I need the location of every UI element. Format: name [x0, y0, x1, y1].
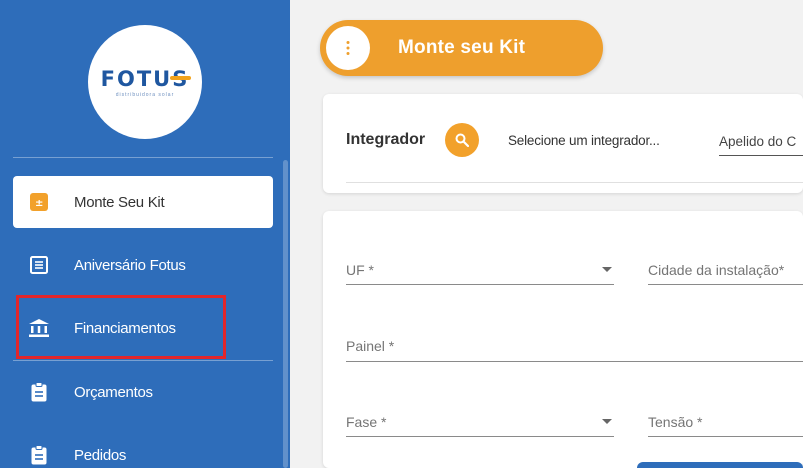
highlight-annotation-box [16, 295, 226, 359]
vertical-dots-icon [346, 41, 350, 55]
cidade-instalacao-field[interactable]: Cidade da instalação* [648, 262, 803, 285]
sidebar-item-label: Aniversário Fotus [74, 256, 186, 274]
logo-wordmark-s: S [170, 66, 192, 91]
field-underline [346, 284, 614, 285]
sidebar-item-label: Pedidos [74, 446, 127, 464]
sidebar-item-pedidos[interactable]: Pedidos [13, 429, 273, 468]
integrador-select[interactable]: Selecione um integrador... [508, 133, 660, 148]
sidebar-item-label: Orçamentos [74, 383, 153, 401]
list-icon [28, 254, 50, 276]
sidebar-divider [13, 157, 273, 158]
partial-action-button[interactable] [637, 462, 803, 468]
logo-tagline: distribuidora solar [115, 91, 175, 98]
dropdown-arrow-icon [602, 267, 612, 272]
svg-text:±: ± [35, 198, 43, 209]
search-integrador-button[interactable] [445, 123, 479, 157]
tensao-select[interactable]: Tensão * [648, 414, 803, 437]
field-underline [346, 436, 614, 437]
calculator-icon: ± [28, 191, 50, 213]
uf-select[interactable]: UF * [346, 262, 614, 285]
fase-label: Fase * [346, 414, 387, 430]
tensao-label: Tensão * [648, 414, 703, 430]
painel-field[interactable]: Painel * [346, 338, 803, 362]
clipboard-icon [28, 444, 50, 466]
apelido-field[interactable]: Apelido do C [719, 134, 803, 156]
uf-label: UF * [346, 262, 374, 278]
cidade-label: Cidade da instalação* [648, 262, 785, 278]
dropdown-arrow-icon [602, 419, 612, 424]
card-divider [346, 182, 803, 183]
sidebar-item-label: Monte Seu Kit [74, 193, 165, 211]
page-title: Monte seu Kit [398, 37, 526, 58]
fase-select[interactable]: Fase * [346, 414, 614, 437]
search-icon [455, 133, 469, 147]
integrador-card: Integrador Selecione um integrador... Ap… [323, 94, 803, 193]
sidebar: FOTU S distribuidora solar ± Monte Seu Ki… [0, 0, 290, 468]
logo-wordmark-main: FOTU [100, 66, 173, 91]
sidebar-scrollbar[interactable] [283, 160, 288, 468]
sidebar-divider [13, 360, 273, 361]
field-underline [346, 361, 803, 362]
sidebar-item-monte-seu-kit[interactable]: ± Monte Seu Kit [13, 176, 273, 228]
field-underline [648, 436, 803, 437]
painel-label: Painel * [346, 338, 395, 354]
logo-wordmark: FOTU S [100, 66, 192, 91]
field-underline [648, 284, 803, 285]
page-header: Monte seu Kit [320, 20, 603, 76]
clipboard-icon [28, 381, 50, 403]
menu-button[interactable] [326, 26, 370, 70]
sidebar-item-aniversario-fotus[interactable]: Aniversário Fotus [13, 239, 273, 291]
fotus-logo: FOTU S distribuidora solar [88, 25, 202, 139]
sidebar-item-orcamentos[interactable]: Orçamentos [13, 366, 273, 418]
integrador-label: Integrador [346, 131, 426, 148]
